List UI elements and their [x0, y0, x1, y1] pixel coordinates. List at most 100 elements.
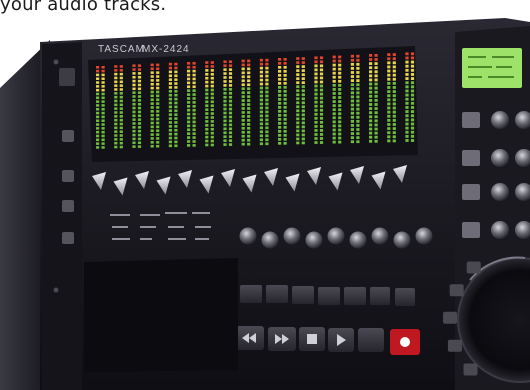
side-button[interactable] [62, 130, 74, 142]
meter-segment [296, 89, 300, 93]
meter-segment [332, 124, 336, 128]
rotary-knob[interactable] [261, 231, 279, 249]
meter-segment [150, 102, 154, 105]
meter-segment [223, 64, 227, 67]
meter-segment [119, 138, 123, 141]
wheel-key[interactable] [466, 261, 481, 274]
meter-segment [387, 118, 391, 122]
edit-key[interactable] [395, 288, 415, 306]
meter-segment [301, 97, 305, 101]
rotary-knob[interactable] [393, 231, 411, 249]
meter-segment [156, 86, 160, 90]
wheel-key[interactable] [449, 284, 464, 297]
meter-segment [392, 114, 396, 118]
side-button[interactable] [62, 232, 74, 244]
meter-segment [392, 110, 396, 114]
meter-segment [101, 100, 105, 103]
rotary-knob[interactable] [371, 227, 389, 245]
meter-segment [405, 81, 409, 85]
mx2424-recorder: TASCAM MX-2424 [0, 18, 530, 390]
rotary-knob[interactable] [305, 231, 323, 249]
meter-segment [114, 130, 118, 133]
meter-segment [168, 121, 172, 124]
meter-segment [132, 137, 136, 141]
meter-segment [241, 126, 245, 130]
blank-key[interactable] [358, 328, 384, 352]
meter-segment [210, 96, 214, 100]
meter-segment [168, 113, 172, 116]
function-key[interactable] [462, 112, 480, 128]
wheel-key[interactable] [443, 311, 458, 324]
meter-segment [96, 123, 100, 126]
side-button[interactable] [62, 200, 74, 212]
function-knob[interactable] [491, 149, 509, 167]
meter-segment [101, 119, 105, 122]
meter-segment [356, 75, 360, 78]
function-knob[interactable] [491, 183, 509, 201]
edit-key[interactable] [344, 287, 366, 305]
meter-segment [392, 81, 396, 85]
meter-segment [369, 62, 373, 65]
meter-segment [387, 86, 391, 89]
meter-segment [374, 127, 378, 131]
edit-key[interactable] [318, 287, 340, 305]
meter-segment [192, 140, 196, 143]
meter-segment [174, 78, 178, 81]
meter-segment [168, 105, 172, 109]
meter-segment [296, 113, 300, 117]
meter-segment [101, 77, 105, 80]
wheel-key[interactable] [463, 363, 478, 376]
meter-segment [350, 115, 354, 119]
rotary-knob[interactable] [415, 227, 433, 245]
meter-segment [132, 95, 136, 98]
function-key[interactable] [462, 222, 480, 238]
meter-segment [192, 144, 196, 147]
meter-segment [205, 108, 209, 111]
meter-segment [210, 112, 214, 115]
wheel-key[interactable] [447, 339, 462, 352]
function-knob[interactable] [491, 111, 509, 129]
edit-key[interactable] [370, 287, 390, 305]
meter-segment [150, 75, 154, 78]
rotary-knob[interactable] [327, 227, 345, 245]
meter-segment [192, 69, 196, 73]
meter-segment [156, 113, 160, 117]
edit-key[interactable] [292, 286, 314, 304]
meter-segment [410, 126, 415, 130]
meter-segment [150, 129, 154, 133]
meter-segment [314, 108, 318, 112]
meter-segment [265, 118, 269, 122]
meter-segment [228, 135, 233, 139]
meter-segment [369, 127, 373, 131]
meter-segment [374, 123, 378, 127]
meter-segment [319, 96, 324, 100]
meter-segment [150, 121, 154, 125]
meter-segment [156, 67, 160, 71]
edit-key[interactable] [266, 285, 288, 303]
function-key[interactable] [462, 184, 480, 200]
rotary-knob[interactable] [283, 227, 301, 245]
meter-segment [283, 102, 287, 105]
stop-icon [307, 334, 317, 344]
meter-segment [119, 84, 123, 87]
meter-segment [187, 112, 191, 116]
side-button[interactable] [59, 68, 75, 86]
meter-segment [405, 97, 409, 101]
rotary-knob[interactable] [349, 231, 367, 249]
function-knob[interactable] [491, 221, 509, 239]
meter-segment [137, 72, 142, 75]
meter-segment [374, 115, 378, 119]
edit-key[interactable] [240, 285, 262, 303]
side-button[interactable] [62, 170, 74, 182]
meter-segment [241, 71, 245, 75]
meter-segment [101, 146, 105, 149]
meter-segment [137, 118, 142, 121]
meter-segment [223, 60, 227, 64]
function-key[interactable] [462, 150, 480, 166]
meter-segment [247, 67, 251, 71]
meter-segment [265, 114, 269, 118]
meter-segment [228, 111, 233, 115]
rotary-knob[interactable] [239, 227, 257, 245]
meter-segment [156, 125, 160, 129]
meter-segment [296, 133, 300, 137]
